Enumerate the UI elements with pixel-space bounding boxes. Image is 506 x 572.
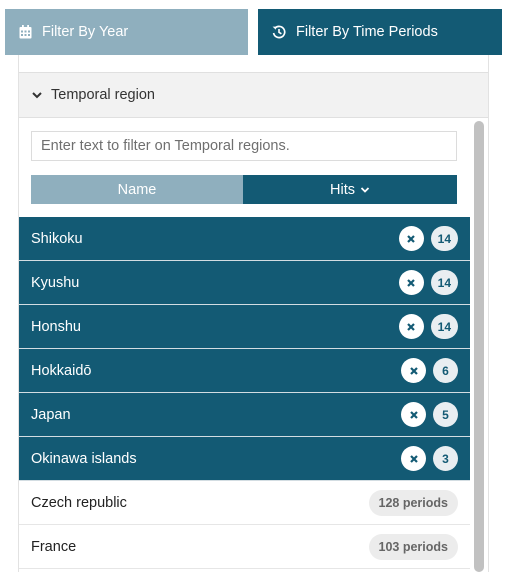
list-item[interactable]: Hokkaidō 6: [19, 349, 470, 393]
list-item[interactable]: Japan 5: [19, 393, 470, 437]
sort-by-hits-label: Hits: [330, 181, 355, 198]
list-item[interactable]: Kyushu 14: [19, 261, 470, 305]
tab-filter-by-time-periods-label: Filter By Time Periods: [296, 24, 438, 40]
hit-count-badge: 14: [430, 314, 458, 339]
calendar-icon: [18, 25, 32, 39]
hit-count-badge: 6: [433, 358, 458, 383]
sort-bar: Name Hits: [31, 175, 457, 204]
temporal-region-filter-input[interactable]: [31, 131, 457, 161]
list-item[interactable]: Honshu 14: [19, 305, 470, 349]
tab-filter-by-time-periods[interactable]: Filter By Time Periods: [258, 9, 502, 55]
sort-by-hits-button[interactable]: Hits: [243, 175, 457, 204]
temporal-region-list: Shikoku 14 Kyushu 14 Honshu 14 Hokkaidō …: [19, 217, 470, 569]
tab-filter-by-year[interactable]: Filter By Year: [5, 9, 248, 55]
period-count-badge: 128 periods: [368, 489, 458, 516]
temporal-region-panel: Temporal region Name Hits Shikoku 14 Kyu…: [18, 55, 489, 572]
temporal-region-header[interactable]: Temporal region: [19, 72, 488, 118]
sort-by-name-button[interactable]: Name: [31, 175, 243, 204]
temporal-region-title: Temporal region: [51, 87, 155, 103]
list-item-name: France: [31, 538, 77, 555]
scrollbar[interactable]: [474, 121, 484, 572]
filter-tabs: Filter By Year Filter By Time Periods: [5, 9, 502, 55]
list-item-name: Japan: [31, 406, 71, 423]
history-icon: [272, 25, 286, 39]
hit-count-badge: 14: [430, 226, 458, 251]
hit-count-badge: 14: [430, 270, 458, 295]
list-item-name: Kyushu: [31, 274, 80, 291]
list-item-name: Hokkaidō: [31, 362, 92, 379]
list-item-name: Okinawa islands: [31, 450, 137, 467]
list-item[interactable]: Okinawa islands 3: [19, 437, 470, 481]
period-count-badge: 103 periods: [368, 533, 458, 560]
list-item-name: Honshu: [31, 318, 81, 335]
close-icon[interactable]: [398, 270, 424, 295]
hit-count-badge: 3: [433, 446, 458, 471]
close-icon[interactable]: [401, 402, 426, 427]
sort-by-name-label: Name: [117, 181, 157, 198]
list-item-name: Shikoku: [31, 230, 83, 247]
list-item[interactable]: France 103 periods: [19, 525, 470, 569]
list-item-name: Czech republic: [31, 494, 127, 511]
close-icon[interactable]: [401, 446, 426, 471]
close-icon[interactable]: [398, 314, 424, 339]
hit-count-badge: 5: [433, 402, 458, 427]
scrollbar-thumb[interactable]: [474, 121, 484, 572]
close-icon[interactable]: [398, 226, 424, 251]
tab-filter-by-year-label: Filter By Year: [42, 24, 129, 40]
chevron-down-icon: [360, 185, 370, 195]
close-icon[interactable]: [401, 358, 426, 383]
list-item[interactable]: Shikoku 14: [19, 217, 470, 261]
chevron-down-icon: [31, 89, 43, 101]
list-item[interactable]: Czech republic 128 periods: [19, 481, 470, 525]
